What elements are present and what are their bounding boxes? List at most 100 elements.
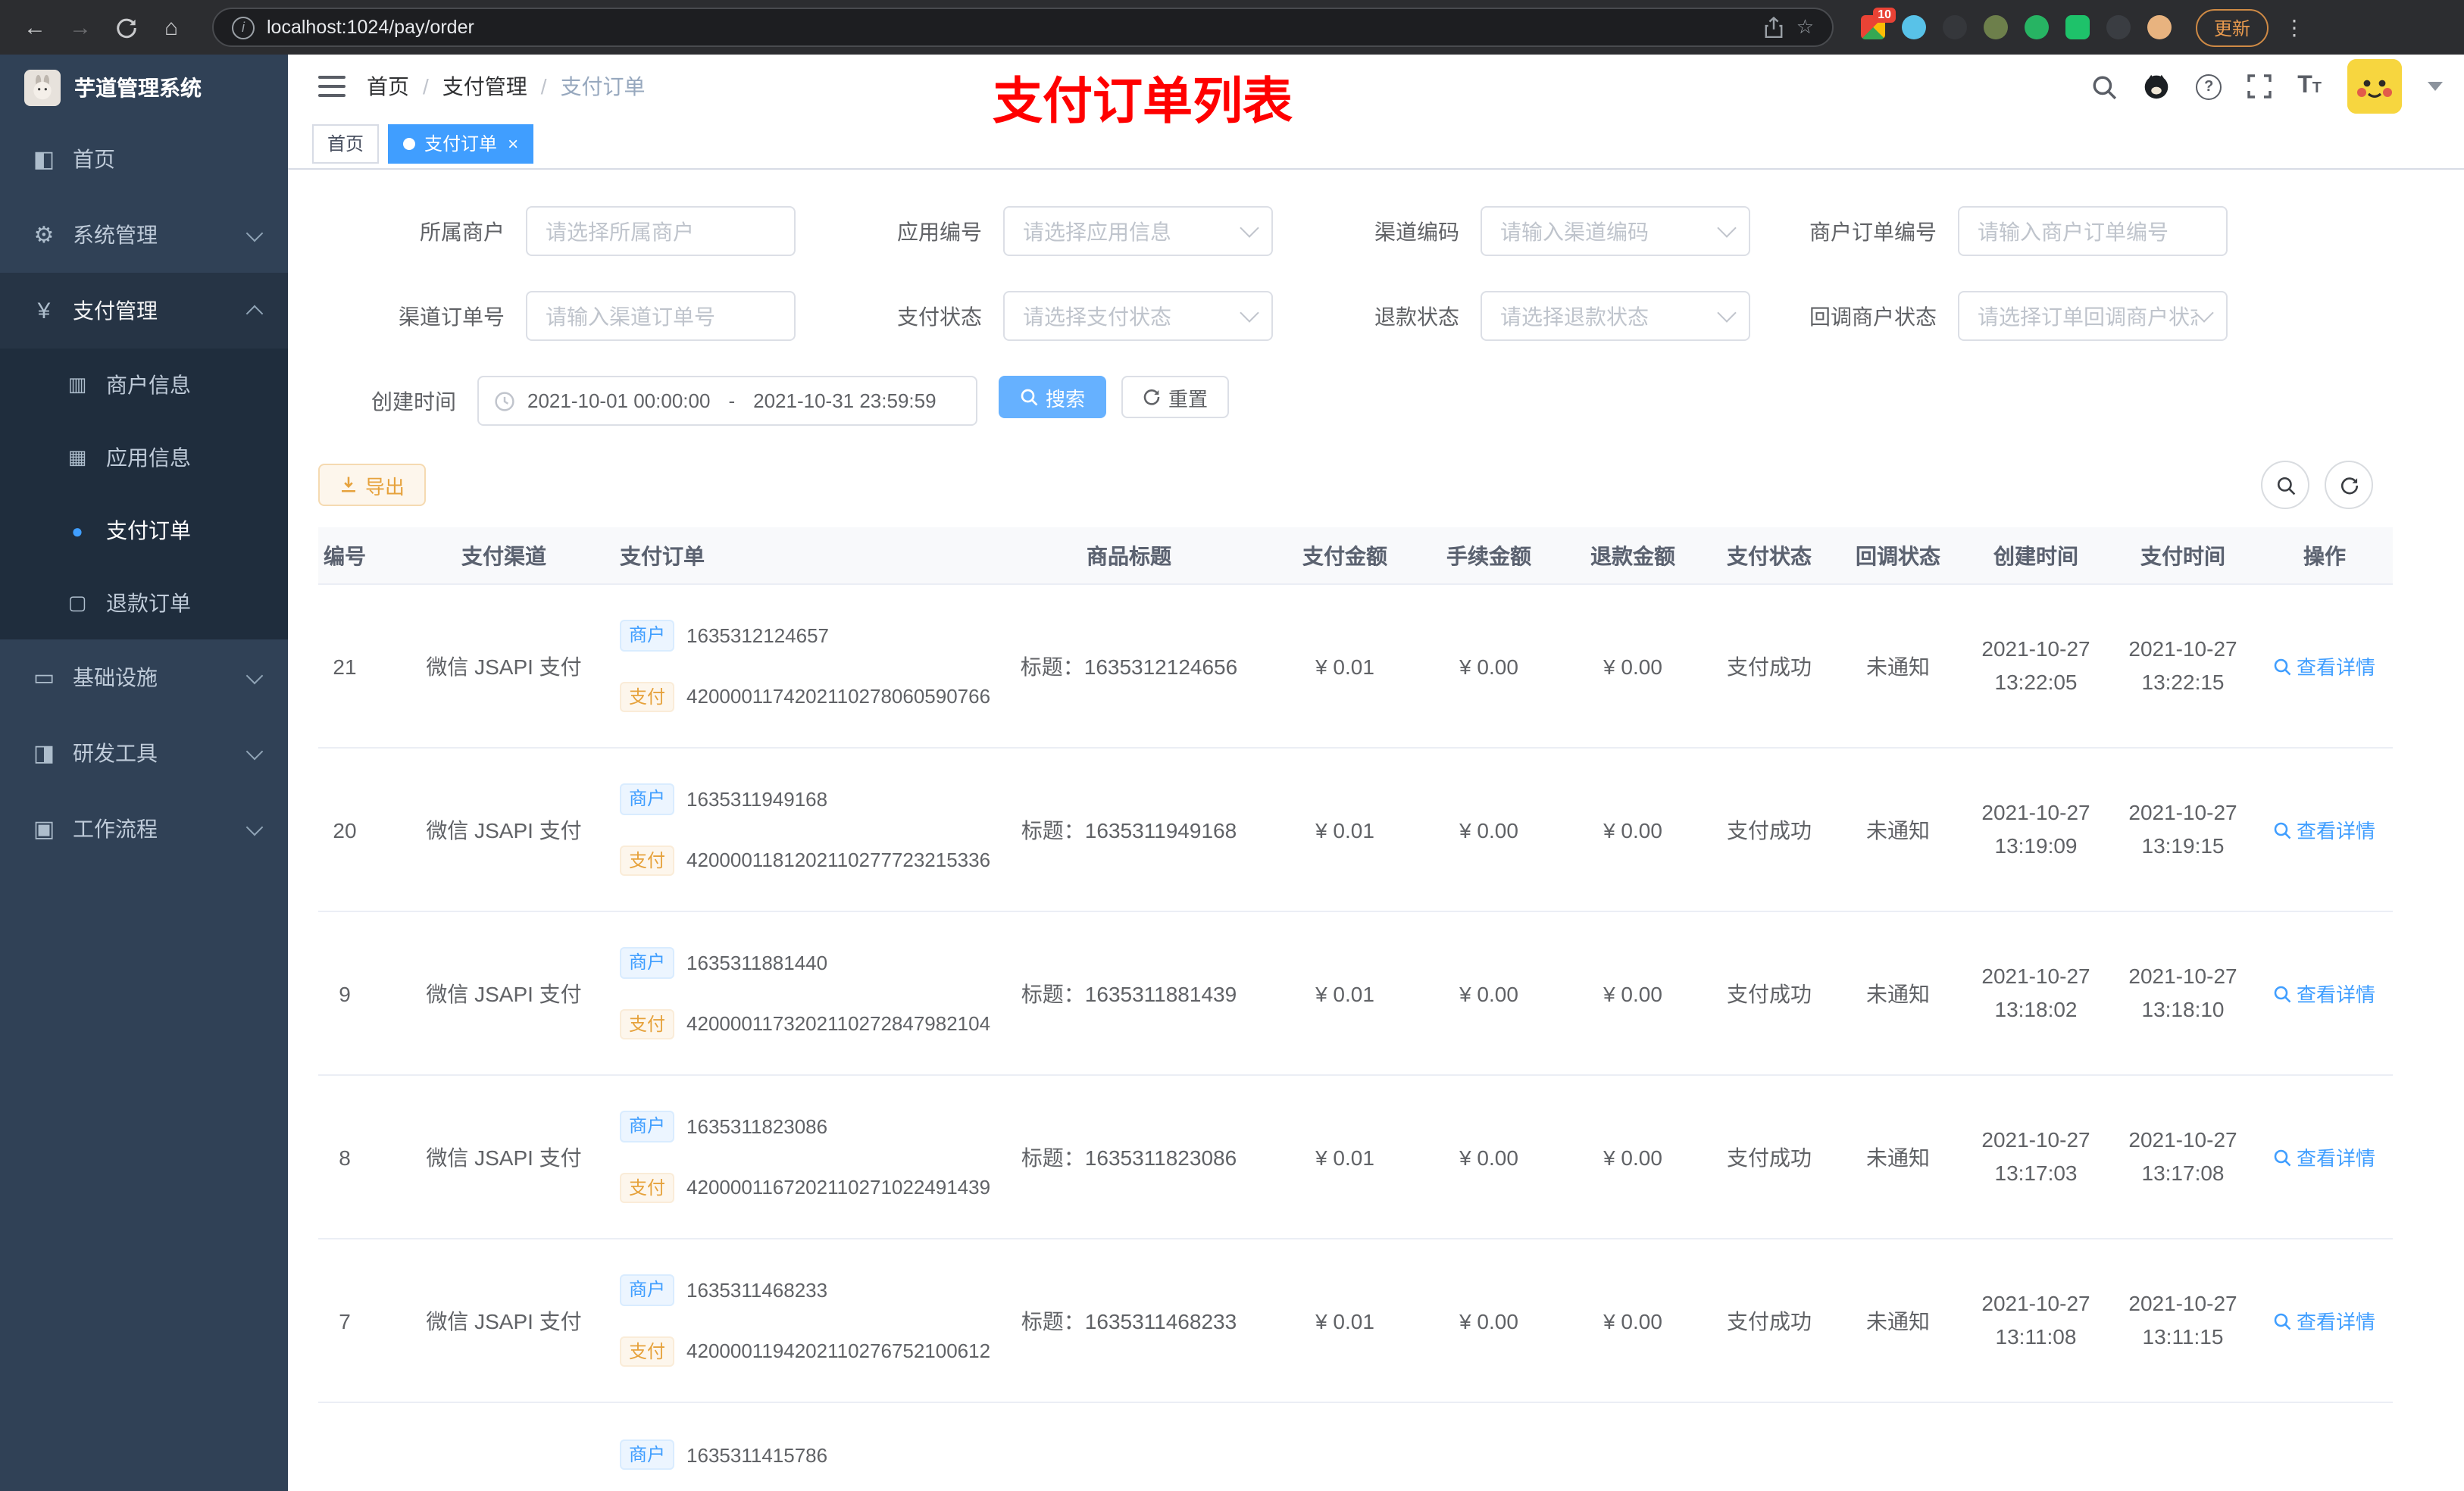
breadcrumb-home[interactable]: 首页: [367, 71, 409, 102]
site-info-icon[interactable]: i: [232, 16, 255, 39]
breadcrumb-separator: /: [540, 74, 547, 98]
sidebar-item-infra[interactable]: ▭ 基础设施: [0, 639, 288, 715]
refund-status-select[interactable]: 请选择退款状态: [1481, 291, 1750, 341]
sidebar-item-merchant-info[interactable]: ▥ 商户信息: [0, 349, 288, 421]
notify-status-select[interactable]: 请选择订单回调商户状态: [1958, 291, 2228, 341]
cell-title: 标题：1635311823086: [1021, 1145, 1237, 1169]
sidebar-item-refund-order[interactable]: ▢ 退款订单: [0, 567, 288, 639]
merchant-order-no: 1635311415786: [686, 1443, 828, 1467]
filter-row-3: 创建时间 2021-10-01 00:00:00 - 2021-10-31 23…: [318, 376, 2434, 426]
view-detail-link[interactable]: 查看详情: [2274, 815, 2375, 844]
share-icon[interactable]: [1765, 17, 1784, 38]
extension-icon[interactable]: [1943, 15, 1967, 39]
cell-amount: ¥ 0.01: [1315, 981, 1374, 1005]
chevron-down-icon: [245, 223, 264, 242]
cell-fee: ¥ 0.00: [1459, 817, 1518, 842]
tab-pay-order[interactable]: 支付订单 ×: [388, 123, 534, 163]
view-detail-link[interactable]: 查看详情: [2274, 1142, 2375, 1171]
reset-button[interactable]: 重置: [1121, 376, 1230, 418]
view-detail-link[interactable]: 查看详情: [2274, 1306, 2375, 1335]
address-bar[interactable]: i localhost:1024/pay/order ☆: [212, 8, 1834, 47]
extension-icon[interactable]: [2025, 15, 2049, 39]
search-icon[interactable]: [2091, 73, 2117, 99]
sidebar-item-pay-order[interactable]: ● 支付订单: [0, 494, 288, 567]
chrome-update-button[interactable]: 更新: [2196, 8, 2269, 46]
collapse-sidebar-icon[interactable]: [318, 76, 346, 97]
chrome-menu-icon[interactable]: ⋮: [2284, 14, 2306, 40]
cell-refund: ¥ 0.00: [1603, 981, 1662, 1005]
sidebar-item-label: 商户信息: [106, 373, 191, 397]
cell-status: 支付成功: [1727, 1145, 1812, 1169]
pay-status-select[interactable]: 请选择支付状态: [1003, 291, 1273, 341]
cell-channel: 微信 JSAPI 支付: [426, 817, 582, 842]
field-label: 渠道编码: [1374, 219, 1459, 243]
select-placeholder: 请选择支付状态: [1023, 304, 1171, 328]
cell-status: 支付成功: [1727, 654, 1812, 678]
cell-notify: 未通知: [1866, 1308, 1930, 1333]
extension-icon[interactable]: 10: [1861, 8, 1896, 39]
tab-home[interactable]: 首页: [312, 123, 380, 163]
sidebar-item-app-info[interactable]: ▦ 应用信息: [0, 421, 288, 494]
create-time-range-picker[interactable]: 2021-10-01 00:00:00 - 2021-10-31 23:59:5…: [477, 376, 977, 426]
top-navbar: 首页 / 支付管理 / 支付订单 ? TT: [288, 55, 2464, 118]
cell-amount: ¥ 0.01: [1315, 1145, 1374, 1169]
sidebar-item-workflow[interactable]: ▣ 工作流程: [0, 791, 288, 867]
github-icon[interactable]: [2143, 73, 2170, 100]
extension-icon[interactable]: [1984, 15, 2008, 39]
close-icon[interactable]: ×: [508, 134, 518, 152]
export-button[interactable]: 导出: [318, 464, 427, 506]
profile-avatar-icon[interactable]: [2147, 15, 2172, 39]
refresh-icon: [2340, 477, 2358, 494]
toggle-search-button[interactable]: [2261, 461, 2309, 509]
view-detail-link[interactable]: 查看详情: [2274, 652, 2375, 680]
merchant-order-no: 1635312124657: [686, 624, 830, 647]
app-no-select[interactable]: 请选择应用信息: [1003, 206, 1273, 256]
search-button[interactable]: 搜索: [999, 376, 1107, 418]
cell-channel: 微信 JSAPI 支付: [426, 981, 582, 1005]
chevron-down-icon: [245, 742, 264, 760]
search-icon: [2275, 985, 2292, 1002]
merchant-order-no: 1635311468233: [686, 1278, 828, 1302]
yen-icon: ¥: [37, 298, 51, 324]
forward-icon[interactable]: →: [61, 8, 100, 47]
sidebar-item-system[interactable]: ⚙ 系统管理: [0, 197, 288, 273]
extension-icon[interactable]: [1902, 15, 1926, 39]
merchant-order-no: 1635311823086: [686, 1114, 828, 1138]
url-text[interactable]: localhost:1024/pay/order: [267, 17, 1753, 38]
clock-icon: [495, 391, 514, 411]
pin-extension-icon[interactable]: [2106, 15, 2131, 39]
back-icon[interactable]: ←: [15, 8, 55, 47]
cell-refund: ¥ 0.00: [1603, 1145, 1662, 1169]
cell-title: 标题：1635311949168: [1021, 817, 1237, 842]
cell-title: 标题：1635311881439: [1021, 981, 1237, 1005]
reload-icon[interactable]: [106, 8, 145, 47]
user-avatar[interactable]: [2347, 59, 2402, 114]
refresh-icon: [1143, 389, 1160, 405]
breadcrumb-pay-manage[interactable]: 支付管理: [442, 71, 527, 102]
sidebar-item-payment[interactable]: ¥ 支付管理: [0, 273, 288, 349]
view-detail-link[interactable]: 查看详情: [2274, 979, 2375, 1008]
col-pay-time: 支付时间: [2140, 543, 2225, 567]
infra-icon: ▭: [33, 665, 55, 691]
channel-code-select[interactable]: 请输入渠道编码: [1481, 206, 1750, 256]
bookmark-star-icon[interactable]: ☆: [1796, 15, 1814, 39]
user-menu-caret-icon[interactable]: [2428, 82, 2443, 91]
sidebar-item-devtools[interactable]: ◨ 研发工具: [0, 715, 288, 791]
refresh-table-button[interactable]: [2325, 461, 2373, 509]
col-id: 编号: [324, 543, 366, 567]
channel-order-no-input[interactable]: [526, 291, 796, 341]
cell-notify: 未通知: [1866, 654, 1930, 678]
range-start-value: 2021-10-01 00:00:00: [527, 389, 711, 412]
sidebar-item-home[interactable]: ◧ 首页: [0, 121, 288, 197]
fullscreen-icon[interactable]: [2247, 74, 2272, 98]
cell-pay-time: 2021-10-27 13:18:10: [2128, 963, 2237, 1021]
help-question-icon[interactable]: ?: [2196, 73, 2222, 99]
merchant-input[interactable]: [526, 206, 796, 256]
merchant-order-no-input[interactable]: [1958, 206, 2228, 256]
extension-icon[interactable]: [2065, 15, 2090, 39]
home-icon[interactable]: ⌂: [152, 8, 191, 47]
font-size-icon[interactable]: TT: [2297, 73, 2322, 100]
cell-title: 标题：1635311468233: [1021, 1308, 1237, 1333]
sidebar-item-label: 研发工具: [73, 741, 158, 765]
dashboard-icon: ◧: [33, 147, 55, 173]
